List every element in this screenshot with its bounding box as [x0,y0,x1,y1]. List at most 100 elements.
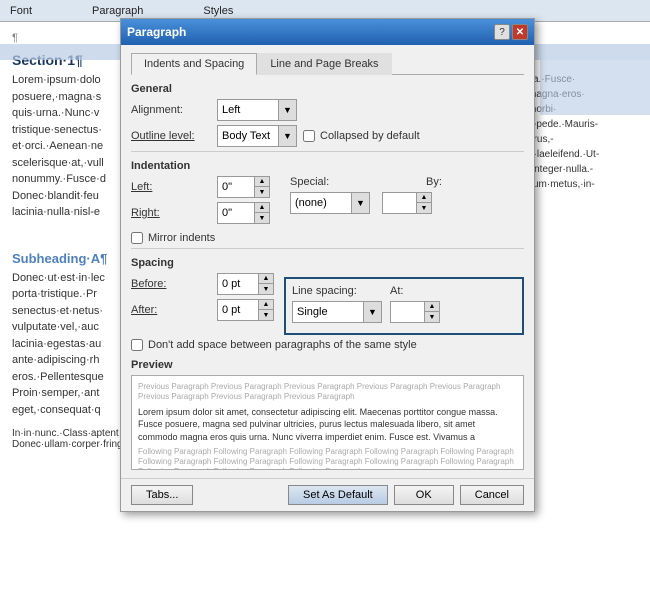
alignment-label: Alignment: [131,104,211,116]
dialog-titlebar: Paragraph ? ✕ [121,19,534,45]
paragraph-dialog: Paragraph ? ✕ Indents and Spacing Line a… [120,18,535,512]
by-down-btn[interactable]: ▼ [417,203,431,213]
collapsed-label: Collapsed by default [320,130,420,142]
special-label: Special: [290,176,370,188]
line-spacing-header-row: Line spacing: At: [292,285,516,297]
dialog-tabs: Indents and Spacing Line and Page Breaks [131,53,524,75]
at-label: At: [390,285,403,297]
collapsed-checkbox-row: Collapsed by default [303,130,420,142]
special-value-row: (none) ▼ ▲ ▼ [290,192,506,214]
right-value: 0" [218,206,254,220]
collapsed-checkbox[interactable] [303,130,315,142]
special-combo[interactable]: (none) ▼ [290,192,370,214]
dialog-body: Indents and Spacing Line and Page Breaks… [121,45,534,478]
line-spacing-combo[interactable]: Single ▼ [292,301,382,323]
set-as-default-button[interactable]: Set As Default [288,485,388,505]
outline-level-value: Body Text [218,129,278,143]
outline-level-label: Outline level: [131,130,211,142]
at-spinner[interactable]: ▲ ▼ [390,301,440,323]
alignment-value: Left [218,103,278,117]
line-spacing-dropdown-btn[interactable]: ▼ [363,302,381,322]
by-spinner-btns: ▲ ▼ [416,193,431,213]
dialog-footer: Tabs... Set As Default OK Cancel [121,478,534,511]
mirror-label: Mirror indents [148,232,215,244]
ok-button[interactable]: OK [394,485,454,505]
outline-level-combo[interactable]: Body Text ▼ [217,125,297,147]
preview-prev-text: Previous Paragraph Previous Paragraph Pr… [138,382,517,403]
mirror-checkbox-row: Mirror indents [131,232,524,244]
at-value [391,311,424,313]
outline-level-row: Outline level: Body Text ▼ Collapsed by … [131,125,524,147]
cancel-button[interactable]: Cancel [460,485,524,505]
before-label: Before: [131,278,211,290]
after-row: After: 0 pt ▲ ▼ [131,299,274,321]
general-section-label: General [131,83,524,95]
before-spinner[interactable]: 0 pt ▲ ▼ [217,273,274,295]
by-spinner[interactable]: ▲ ▼ [382,192,432,214]
line-spacing-section: Line spacing: At: Single ▼ ▲ ▼ [284,277,524,335]
dont-add-space-row: Don't add space between paragraphs of th… [131,339,524,351]
indentation-special: Special: By: (none) ▼ ▲ ▼ [290,176,506,228]
before-down-btn[interactable]: ▼ [259,284,273,294]
before-spinner-btns: ▲ ▼ [258,274,273,294]
tab-indents-spacing[interactable]: Indents and Spacing [131,53,257,75]
after-down-btn[interactable]: ▼ [259,310,273,320]
left-label: Left: [131,181,211,193]
tabs-button[interactable]: Tabs... [131,485,193,505]
right-up-btn[interactable]: ▲ [255,203,269,213]
left-down-btn[interactable]: ▼ [255,187,269,197]
dialog-title: Paragraph [127,25,186,39]
indentation-section-label: Indentation [131,160,524,172]
spacing-before-after: Before: 0 pt ▲ ▼ After: 0 pt ▲ [131,273,274,335]
before-row: Before: 0 pt ▲ ▼ [131,273,274,295]
right-down-btn[interactable]: ▼ [255,213,269,223]
preview-main-text: Lorem ipsum dolor sit amet, consectetur … [138,406,517,444]
at-down-btn[interactable]: ▼ [425,312,439,322]
ribbon-font: Font [10,5,32,17]
by-label: By: [426,176,506,188]
dialog-controls: ? ✕ [494,24,528,40]
alignment-combo[interactable]: Left ▼ [217,99,297,121]
right-spinner[interactable]: 0" ▲ ▼ [217,202,270,224]
line-spacing-value: Single [293,305,363,319]
left-up-btn[interactable]: ▲ [255,177,269,187]
special-row: Special: By: [290,176,506,188]
ribbon-styles: Styles [203,5,233,17]
preview-follow-text: Following Paragraph Following Paragraph … [138,447,517,470]
line-spacing-value-row: Single ▼ ▲ ▼ [292,301,516,323]
right-row: Right: 0" ▲ ▼ [131,202,270,224]
by-up-btn[interactable]: ▲ [417,193,431,203]
before-value: 0 pt [218,277,258,291]
ribbon-paragraph: Paragraph [92,5,143,17]
before-up-btn[interactable]: ▲ [259,274,273,284]
after-up-btn[interactable]: ▲ [259,300,273,310]
spacing-outer: Before: 0 pt ▲ ▼ After: 0 pt ▲ [131,273,524,335]
indentation-left-right: Left: 0" ▲ ▼ Right: 0" ▲ [131,176,270,228]
left-spinner[interactable]: 0" ▲ ▼ [217,176,270,198]
help-button[interactable]: ? [494,24,510,40]
left-value: 0" [218,180,254,194]
at-up-btn[interactable]: ▲ [425,302,439,312]
left-row: Left: 0" ▲ ▼ [131,176,270,198]
after-label: After: [131,304,211,316]
after-spinner[interactable]: 0 pt ▲ ▼ [217,299,274,321]
after-spinner-btns: ▲ ▼ [258,300,273,320]
preview-section-label: Preview [131,359,524,371]
spacing-section-label: Spacing [131,257,524,269]
special-dropdown-btn[interactable]: ▼ [351,193,369,213]
special-value: (none) [291,196,351,210]
mirror-checkbox[interactable] [131,232,143,244]
close-button[interactable]: ✕ [512,24,528,40]
by-value [383,202,416,204]
indentation-area: Left: 0" ▲ ▼ Right: 0" ▲ [131,176,524,228]
dont-add-space-checkbox[interactable] [131,339,143,351]
left-spinner-btns: ▲ ▼ [254,177,269,197]
right-spinner-btns: ▲ ▼ [254,203,269,223]
tab-line-page-breaks[interactable]: Line and Page Breaks [257,53,391,75]
preview-box: Previous Paragraph Previous Paragraph Pr… [131,375,524,470]
alignment-dropdown-btn[interactable]: ▼ [278,100,296,120]
dont-add-space-label: Don't add space between paragraphs of th… [148,339,417,351]
outline-dropdown-btn[interactable]: ▼ [278,126,296,146]
after-value: 0 pt [218,303,258,317]
line-spacing-label: Line spacing: [292,285,382,297]
